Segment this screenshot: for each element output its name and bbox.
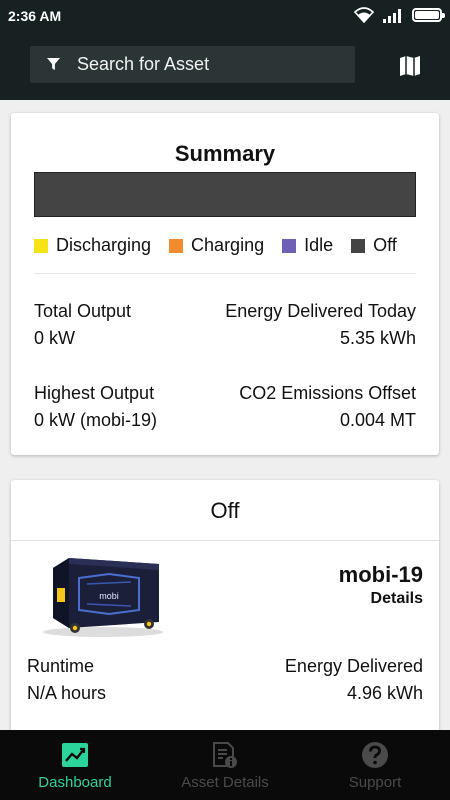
nav-asset-details-label: Asset Details	[181, 774, 269, 791]
generator-logo-text: mobi	[99, 591, 119, 601]
document-info-icon	[213, 742, 237, 768]
chart-icon	[62, 743, 88, 767]
legend-label: Idle	[304, 235, 334, 255]
co2-label: CO2 Emissions Offset	[239, 383, 416, 403]
legend-swatch-idle	[282, 238, 297, 253]
legend-charging: Charging	[169, 235, 264, 256]
legend-swatch-off	[351, 238, 366, 253]
summary-divider	[34, 273, 416, 274]
energy-today-value: 5.35 kWh	[339, 328, 416, 348]
runtime-value: N/A hours	[27, 683, 107, 703]
nav-support-label: Support	[348, 774, 402, 791]
help-icon	[362, 742, 388, 768]
highest-output-label: Highest Output	[34, 383, 155, 403]
search-input[interactable]: Search for Asset	[30, 46, 355, 83]
filter-icon	[47, 58, 60, 71]
energy-today-label: Energy Delivered Today	[225, 301, 416, 321]
summary-card: Summary Discharging Charging Idle Off To…	[11, 113, 439, 455]
status-legend: Discharging Charging Idle Off	[34, 235, 397, 256]
asset-card[interactable]: Off mobi mobi-19 Details Runtime N/A hou…	[11, 480, 439, 740]
legend-label: Off	[373, 235, 397, 255]
status-time: 2:36 AM	[8, 8, 62, 24]
battery-icon	[412, 8, 445, 22]
runtime: Runtime N/A hours	[27, 653, 106, 707]
signal-icon	[383, 9, 401, 23]
co2-value: 0.004 MT	[339, 410, 416, 430]
legend-label: Discharging	[56, 235, 152, 255]
legend-label: Charging	[191, 235, 265, 255]
total-output: Total Output 0 kW	[34, 298, 131, 352]
co2-offset: CO2 Emissions Offset 0.004 MT	[239, 380, 416, 434]
runtime-label: Runtime	[27, 656, 95, 676]
search-placeholder: Search for Asset	[77, 54, 210, 74]
asset-status: Off	[210, 498, 240, 523]
asset-energy-delivered: Energy Delivered 4.96 kWh	[285, 653, 423, 707]
summary-title: Summary	[174, 141, 276, 166]
highest-output-value: 0 kW (mobi-19)	[34, 410, 158, 430]
asset-energy-label: Energy Delivered	[284, 656, 423, 676]
legend-idle: Idle	[282, 235, 333, 256]
nav-asset-details[interactable]: Asset Details	[150, 730, 300, 800]
highest-output: Highest Output 0 kW (mobi-19)	[34, 380, 157, 434]
generator-image: mobi	[43, 558, 163, 637]
status-distribution-bar	[34, 172, 416, 217]
legend-swatch-discharging	[34, 238, 48, 253]
status-icons	[354, 7, 445, 23]
legend-off: Off	[351, 235, 397, 256]
total-output-label: Total Output	[34, 301, 132, 321]
total-output-value: 0 kW	[34, 328, 76, 348]
asset-name: mobi-19	[338, 562, 423, 587]
nav-support[interactable]: Support	[300, 730, 450, 800]
app-header: 2:36 AM Search for Asset	[0, 0, 450, 100]
wifi-icon	[354, 7, 374, 23]
status-bar: 2:36 AM	[0, 0, 450, 32]
nav-dashboard-label: Dashboard	[38, 774, 112, 791]
bottom-navigation: Dashboard Asset Details Support	[0, 730, 450, 800]
asset-details-link[interactable]: Details	[371, 590, 423, 608]
legend-swatch-charging	[169, 238, 184, 253]
energy-delivered-today: Energy Delivered Today 5.35 kWh	[225, 298, 416, 352]
map-icon[interactable]	[398, 55, 422, 77]
legend-discharging: Discharging	[34, 235, 151, 256]
asset-card-divider	[11, 540, 439, 541]
asset-energy-value: 4.96 kWh	[346, 683, 423, 703]
nav-dashboard[interactable]: Dashboard	[0, 730, 150, 800]
